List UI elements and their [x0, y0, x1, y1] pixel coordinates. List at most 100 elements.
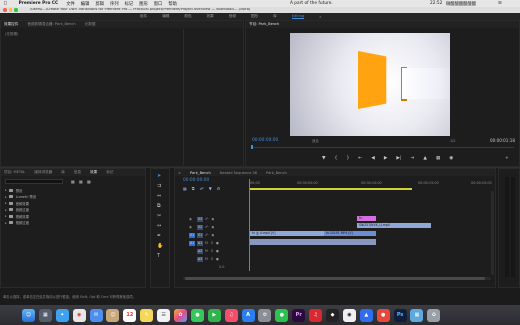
trash-icon[interactable]: ♻: [427, 308, 441, 322]
facetime-icon[interactable]: ▶: [207, 308, 221, 322]
premiere-icon[interactable]: Pr: [292, 308, 306, 322]
workspace-tab-assembly[interactable]: 组件: [140, 14, 147, 19]
workspace-tab-libraries[interactable]: 库: [273, 14, 277, 19]
workspace-tab-custom[interactable]: Editing: [291, 14, 305, 19]
add-marker-timeline-icon[interactable]: ▼: [209, 186, 212, 191]
timeline-playhead[interactable]: [249, 179, 250, 271]
zoom-window-icon[interactable]: [14, 8, 18, 12]
workspace-tab-color[interactable]: 颜色: [184, 14, 191, 19]
apple-icon[interactable]: : [4, 1, 7, 6]
mute-icon[interactable]: M: [205, 257, 208, 261]
timeline-scroll-thumb[interactable]: [185, 277, 485, 280]
clock[interactable]: 22:52: [430, 1, 442, 6]
v2-clip[interactable]: SNIZ57JNVK_LJ.mp4: [357, 223, 431, 228]
mute-icon[interactable]: M: [205, 241, 208, 245]
sync-lock-icon[interactable]: ☍: [205, 225, 208, 229]
track-target-v2[interactable]: V2: [197, 224, 203, 230]
timeline-tab-nested[interactable]: Nested Sequence 06: [220, 171, 257, 175]
eye-icon[interactable]: ◉: [211, 225, 214, 229]
solo-icon[interactable]: S: [211, 257, 213, 261]
fcp-icon[interactable]: ◆: [326, 308, 340, 322]
tab-libraries[interactable]: 库: [61, 170, 65, 175]
tab-metadata[interactable]: 元数据: [85, 22, 96, 27]
now-playing[interactable]: A part of the future.: [290, 1, 333, 6]
adjustment-clip[interactable]: fx: [357, 216, 376, 221]
settings-icon[interactable]: ⚙: [258, 308, 272, 322]
weibo-icon[interactable]: ●: [376, 308, 390, 322]
yuv-effects-icon[interactable]: ▦: [87, 179, 91, 184]
step-forward-icon[interactable]: ▶|: [396, 156, 401, 161]
tab-markers[interactable]: 标记: [106, 170, 113, 175]
ripple-edit-tool-icon[interactable]: ⇔: [157, 193, 163, 199]
resolution-dropdown[interactable]: 1/2: [450, 139, 455, 143]
v1-clip-b[interactable]: fx 20191 MP4 [V]: [324, 231, 376, 236]
nest-toggle-icon[interactable]: ▦: [183, 186, 187, 191]
extract-icon[interactable]: ▦: [436, 156, 440, 161]
chrome-icon[interactable]: ◉: [72, 308, 86, 322]
source-patch-v1[interactable]: V1: [189, 232, 195, 238]
minimize-window-icon[interactable]: [8, 8, 13, 12]
reminders-icon[interactable]: ☰: [157, 308, 171, 322]
track-select-tool-icon[interactable]: ⇉: [157, 183, 163, 189]
eye-icon[interactable]: ◉: [211, 233, 214, 237]
menu-extras-icon[interactable]: ☰: [498, 1, 502, 6]
snap-icon[interactable]: ⧉: [192, 186, 195, 191]
work-area-bar[interactable]: [250, 188, 412, 190]
timeline-tab-park-bench[interactable]: Park_Bench: [190, 171, 211, 175]
slip-tool-icon[interactable]: ↔: [157, 223, 163, 229]
v1-clip-a[interactable]: fx 主 A.mp4 [V]: [250, 231, 324, 236]
solo-icon[interactable]: S: [211, 241, 213, 245]
close-window-icon[interactable]: [3, 8, 7, 12]
menu-window[interactable]: 窗口: [154, 1, 163, 7]
selection-tool-icon[interactable]: ➤: [157, 173, 163, 179]
eye-icon[interactable]: ◉: [211, 217, 214, 221]
timeline-tab-close-icon[interactable]: ×: [178, 171, 181, 175]
list-item[interactable]: ▸ 视频过渡: [5, 220, 36, 227]
tab-audio-clip-mixer[interactable]: 音频剪辑混合器: Park_Bench: [27, 22, 75, 27]
track-target-v3[interactable]: V3: [197, 216, 203, 222]
go-to-out-icon[interactable]: ⇥: [410, 156, 414, 161]
lift-icon[interactable]: ▲: [423, 156, 427, 161]
workspace-tab-graphics[interactable]: 图形: [251, 14, 258, 19]
sync-lock-icon[interactable]: ☍: [205, 217, 208, 221]
add-marker-icon[interactable]: ▼: [322, 156, 326, 161]
rolling-edit-tool-icon[interactable]: ⧉: [157, 203, 163, 209]
effects-search-input[interactable]: [5, 179, 63, 184]
menu-edit[interactable]: 编辑: [81, 1, 90, 7]
menu-file[interactable]: 文件: [66, 1, 75, 7]
track-target-a1[interactable]: A1: [197, 240, 203, 246]
type-tool-icon[interactable]: T: [157, 253, 163, 259]
tab-info[interactable]: 信息: [74, 170, 81, 175]
a1-audio-clip[interactable]: [250, 239, 376, 245]
tab-program[interactable]: 节目: Park_Bench: [249, 22, 279, 27]
step-back-icon[interactable]: ◀: [371, 156, 375, 161]
mic-icon[interactable]: ●: [216, 257, 219, 261]
finder-icon[interactable]: ☺: [22, 308, 35, 322]
appstore-icon[interactable]: A: [241, 308, 255, 322]
mail-icon[interactable]: ✉: [89, 308, 103, 322]
tab-effects[interactable]: 效果: [90, 170, 97, 175]
mark-in-icon[interactable]: {: [335, 156, 338, 161]
app-menu[interactable]: Premiere Pro CC: [19, 1, 59, 6]
program-playhead[interactable]: [251, 145, 253, 149]
menu-clip[interactable]: 剪辑: [95, 1, 104, 7]
launchpad-icon[interactable]: ▦: [38, 308, 52, 322]
notes-icon[interactable]: ✎: [140, 308, 154, 322]
calendar-icon[interactable]: 12: [123, 308, 137, 322]
linked-selection-icon[interactable]: ☍: [200, 186, 204, 191]
track-target-v1[interactable]: V1: [197, 232, 203, 238]
timeline-settings-icon[interactable]: ⚙: [217, 186, 221, 191]
workspace-more-icon[interactable]: »: [319, 15, 321, 19]
razor-tool-icon[interactable]: ✂: [157, 213, 163, 219]
master-level[interactable]: 0.0: [219, 265, 224, 269]
qq-icon[interactable]: ◉: [342, 308, 356, 322]
folder-icon[interactable]: ▦: [410, 308, 424, 322]
netease-icon[interactable]: ♫: [309, 308, 323, 322]
fit-dropdown[interactable]: 适合: [312, 139, 319, 143]
track-target-a3[interactable]: A3: [197, 256, 203, 262]
tab-media-browser[interactable]: 媒体浏览器: [34, 170, 52, 175]
program-timecode-current[interactable]: 00:00:00:00: [252, 138, 278, 143]
timeline-vertical-scrollbar[interactable]: [491, 191, 494, 275]
music-icon[interactable]: ♫: [224, 308, 238, 322]
mute-icon[interactable]: M: [205, 249, 208, 253]
